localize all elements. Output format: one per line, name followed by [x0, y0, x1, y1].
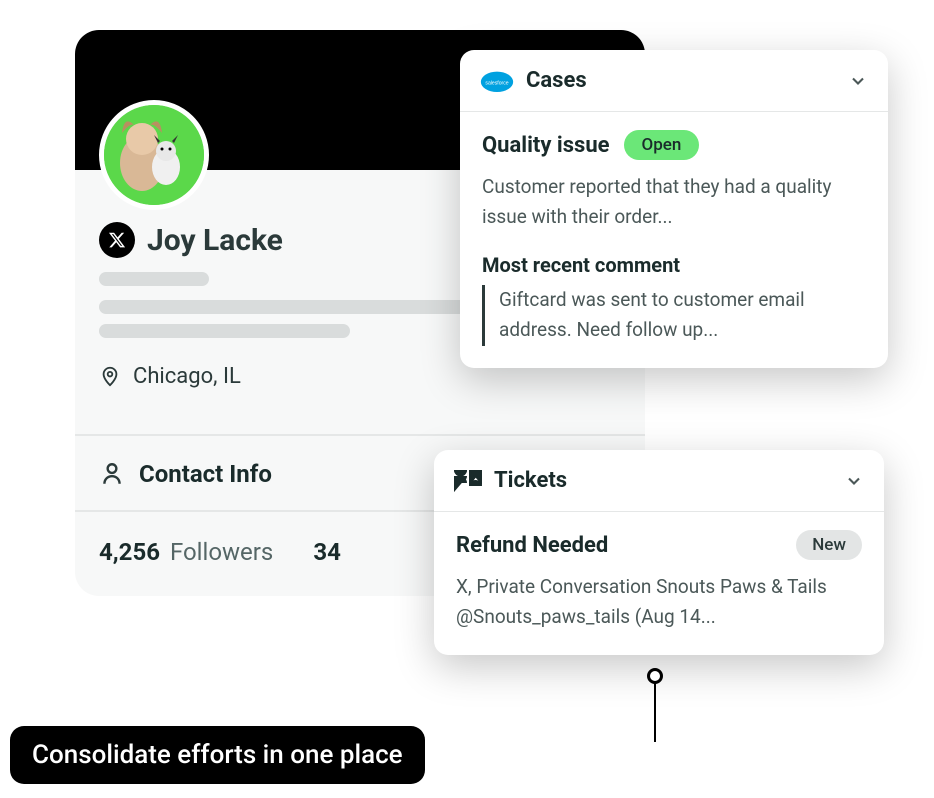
comment-heading: Most recent comment: [482, 253, 866, 277]
status-badge: Open: [624, 130, 700, 160]
connector-dot: [647, 668, 663, 684]
comment-text: Giftcard was sent to customer email addr…: [482, 285, 866, 346]
zendesk-icon: [454, 470, 482, 492]
connector-line: [654, 678, 656, 742]
ticket-description: X, Private Conversation Snouts Paws & Ta…: [456, 572, 862, 633]
followers-stat[interactable]: 4,256 Followers: [99, 538, 273, 566]
avatar[interactable]: [99, 100, 209, 210]
following-count-partial: 34: [313, 538, 341, 566]
profile-name: Joy Lacke: [147, 223, 283, 258]
cases-title: Cases: [526, 68, 836, 93]
followers-count: 4,256: [99, 538, 160, 566]
tickets-header[interactable]: Tickets: [434, 450, 884, 512]
ticket-item-title[interactable]: Refund Needed: [456, 533, 608, 558]
tickets-card: Tickets Refund Needed New X, Private Con…: [434, 450, 884, 655]
case-item-title[interactable]: Quality issue: [482, 133, 610, 158]
location-text: Chicago, IL: [133, 364, 241, 389]
handle-placeholder: [99, 272, 209, 286]
following-stat[interactable]: 34: [313, 538, 341, 566]
chevron-down-icon[interactable]: [844, 471, 864, 491]
cases-header[interactable]: salesforce Cases: [460, 50, 888, 112]
case-description: Customer reported that they had a qualit…: [482, 172, 866, 233]
tickets-title: Tickets: [494, 468, 832, 493]
avatar-image: [104, 105, 204, 205]
svg-text:salesforce: salesforce: [485, 80, 508, 86]
x-social-icon[interactable]: [99, 222, 135, 258]
salesforce-icon: salesforce: [480, 69, 514, 93]
chevron-down-icon[interactable]: [848, 71, 868, 91]
person-icon: [99, 461, 125, 487]
location-pin-icon: [99, 362, 121, 390]
cases-card: salesforce Cases Quality issue Open Cust…: [460, 50, 888, 368]
caption-pill: Consolidate efforts in one place: [10, 726, 425, 784]
contact-info-label: Contact Info: [139, 460, 272, 488]
status-badge: New: [796, 530, 862, 560]
bio-placeholder-line2: [99, 324, 350, 338]
followers-label: Followers: [170, 538, 273, 566]
